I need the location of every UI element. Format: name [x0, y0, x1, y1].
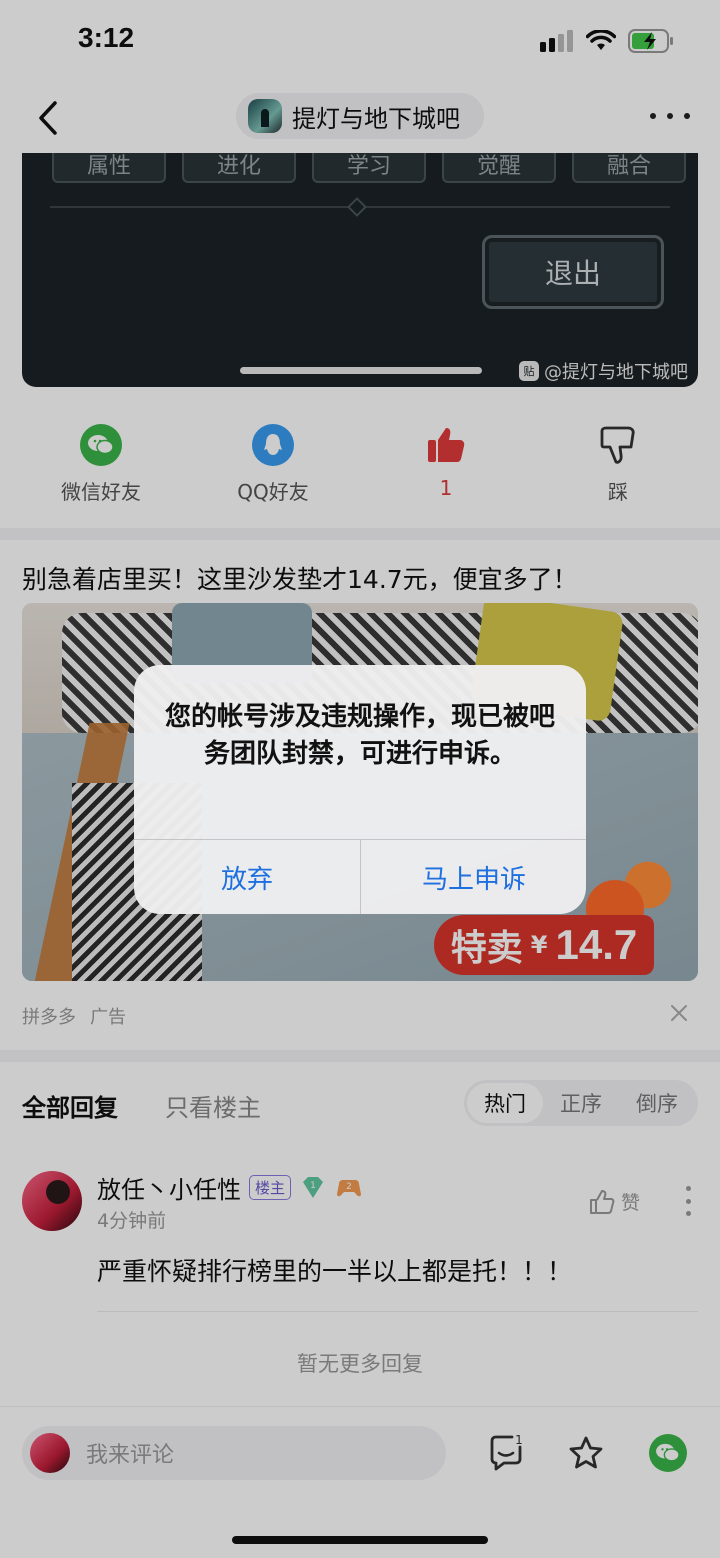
alert-cancel-button[interactable]: 放弃	[134, 840, 360, 914]
ban-alert-dialog: 您的帐号涉及违规操作，现已被吧务团队封禁，可进行申诉。 放弃 马上申诉	[134, 665, 586, 914]
alert-appeal-button[interactable]: 马上申诉	[361, 840, 586, 914]
alert-message: 您的帐号涉及违规操作，现已被吧务团队封禁，可进行申诉。	[164, 702, 555, 769]
